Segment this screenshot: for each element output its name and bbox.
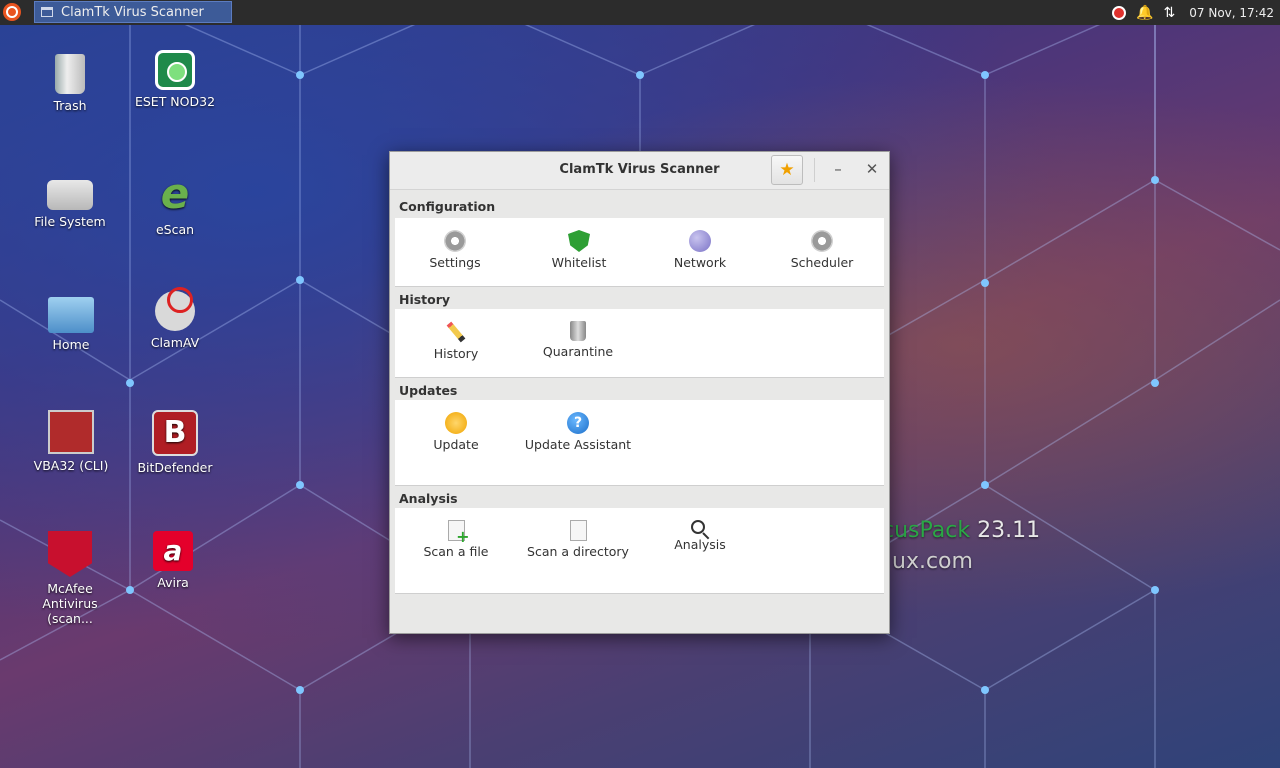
scan-file-label: Scan a file (423, 544, 489, 559)
trash-icon (55, 54, 85, 94)
network-button[interactable]: Network (640, 230, 760, 270)
desktop-icon-file-system[interactable]: File System (20, 170, 120, 229)
desktop-icon-label: eScan (155, 222, 195, 237)
watermark-green-text: cusPack (882, 518, 971, 543)
network-globe-icon (689, 230, 711, 252)
notification-bell-icon[interactable]: 🔔 (1136, 5, 1153, 21)
ubuntu-logo-icon (6, 6, 18, 18)
history-label: History (433, 346, 479, 361)
window-titlebar[interactable]: ClamTk Virus Scanner ★ – ✕ (390, 152, 889, 190)
system-tray: 🔔 ⇅ 07 Nov, 17:42 (1112, 0, 1280, 25)
window-icon (41, 7, 53, 17)
section-history-label: History (399, 292, 451, 307)
settings-label: Settings (429, 255, 481, 270)
desktop-icon-label: Avira (157, 575, 189, 590)
section-updates: Update ? Update Assistant (395, 400, 884, 486)
desktop-icon-label: ESET NOD32 (134, 94, 216, 109)
settings-gear-icon (444, 230, 466, 252)
analysis-button[interactable]: Analysis (640, 520, 760, 552)
wallpaper-watermark-title: cusPack 23.11 (882, 518, 1040, 543)
star-icon: ★ (779, 160, 795, 180)
section-history: History Quarantine (395, 309, 884, 378)
taskbar-item-clamtk[interactable]: ClamTk Virus Scanner (34, 1, 232, 23)
desktop-icon-trash[interactable]: Trash (20, 50, 120, 113)
update-refresh-icon (445, 412, 467, 434)
desktop-icon-mcafee[interactable]: McAfee Antivirus (scan... (20, 531, 120, 626)
settings-button[interactable]: Settings (395, 230, 515, 270)
magnifier-icon (691, 520, 705, 534)
taskbar-item-label: ClamTk Virus Scanner (61, 4, 204, 20)
escan-icon: e (160, 169, 190, 218)
whitelist-button[interactable]: Whitelist (519, 230, 639, 270)
update-button[interactable]: Update (396, 412, 516, 452)
home-folder-icon (48, 297, 94, 333)
scan-directory-icon (569, 520, 587, 541)
scan-directory-label: Scan a directory (527, 544, 629, 559)
update-label: Update (433, 437, 479, 452)
desktop-icon-label: Home (52, 337, 90, 352)
quarantine-label: Quarantine (542, 344, 614, 359)
whitelist-label: Whitelist (551, 255, 607, 270)
desktop-icon-label: File System (34, 214, 106, 229)
scan-file-button[interactable]: Scan a file (396, 520, 516, 559)
minimize-button[interactable]: – (829, 160, 847, 178)
lifebuoy-icon[interactable] (1112, 5, 1127, 20)
titlebar-separator (814, 158, 815, 182)
whisker-menu-button[interactable] (3, 3, 21, 21)
clock[interactable]: 07 Nov, 17:42 (1189, 6, 1274, 20)
mcafee-icon (48, 531, 92, 577)
about-star-button[interactable]: ★ (771, 155, 803, 185)
vba32-icon (48, 410, 94, 454)
desktop-icon-clamav[interactable]: ClamAV (125, 287, 225, 350)
quarantine-button[interactable]: Quarantine (518, 321, 638, 359)
analysis-label: Analysis (674, 537, 726, 552)
watermark-version: 23.11 (977, 518, 1041, 543)
clamav-icon (155, 287, 195, 331)
desktop-icon-escan[interactable]: e eScan (125, 169, 225, 238)
history-button[interactable]: History (396, 321, 516, 361)
update-assistant-label: Update Assistant (524, 437, 632, 452)
desktop-icon-label: BitDefender (137, 460, 213, 475)
desktop-icon-label: McAfee Antivirus (scan... (42, 581, 98, 626)
whitelist-shield-icon (568, 230, 590, 252)
desktop-icon-label: ClamAV (150, 335, 200, 350)
section-analysis: Scan a file Scan a directory Analysis (395, 508, 884, 594)
network-label: Network (673, 255, 727, 270)
desktop-icon-label: VBA32 (CLI) (33, 458, 109, 473)
top-panel: ClamTk Virus Scanner 🔔 ⇅ 07 Nov, 17:42 (0, 0, 1280, 25)
update-assistant-help-icon: ? (567, 412, 589, 434)
scan-directory-button[interactable]: Scan a directory (518, 520, 638, 559)
scheduler-button[interactable]: Scheduler (762, 230, 882, 270)
desktop-icon-label: Trash (53, 98, 87, 113)
desktop-icon-avira[interactable]: a Avira (123, 531, 223, 590)
desktop-icon-home[interactable]: Home (21, 291, 121, 352)
scheduler-gear-icon (811, 230, 833, 252)
quarantine-trash-icon (570, 321, 586, 341)
wallpaper-watermark-url: ux.com (892, 549, 973, 574)
desktop-icon-bitdefender[interactable]: B BitDefender (125, 410, 225, 475)
section-configuration: Settings Whitelist Network Scheduler (395, 218, 884, 287)
close-button[interactable]: ✕ (863, 160, 881, 178)
desktop-icon-eset[interactable]: ESET NOD32 (125, 50, 225, 109)
clamtk-window: ClamTk Virus Scanner ★ – ✕ Configuration… (389, 151, 890, 634)
drive-icon (47, 180, 93, 210)
section-analysis-label: Analysis (399, 491, 458, 506)
update-assistant-button[interactable]: ? Update Assistant (518, 412, 638, 452)
avira-icon: a (153, 531, 193, 571)
network-icon[interactable]: ⇅ (1164, 5, 1176, 21)
section-configuration-label: Configuration (399, 199, 496, 214)
bitdefender-icon: B (152, 410, 198, 456)
eset-icon (155, 50, 195, 90)
scheduler-label: Scheduler (790, 255, 854, 270)
scan-file-icon (447, 520, 469, 546)
desktop-icon-vba32[interactable]: VBA32 (CLI) (21, 410, 121, 473)
history-pencil-icon (446, 321, 466, 343)
section-updates-label: Updates (399, 383, 458, 398)
